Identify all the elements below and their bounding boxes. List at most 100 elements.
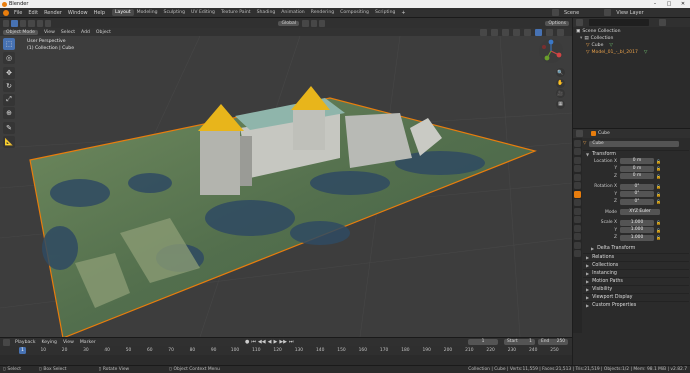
location-x-field[interactable]: 0 m: [620, 158, 654, 165]
annotate-tool-icon[interactable]: ✎: [3, 122, 15, 134]
tab-rendering[interactable]: Rendering: [308, 9, 337, 16]
outliner-item-collection[interactable]: ▾ ▤ Collection: [576, 35, 688, 42]
next-key-icon[interactable]: ▶▶: [279, 339, 287, 345]
timeline-ruler[interactable]: 1102030405060708090100110120130140150160…: [0, 346, 572, 355]
filter-icon[interactable]: [659, 19, 666, 26]
viewport-canvas[interactable]: [0, 18, 572, 337]
tab-shading[interactable]: Shading: [254, 9, 279, 16]
texture-tab-icon[interactable]: [574, 250, 581, 257]
rotation-mode-dropdown[interactable]: XYZ Euler: [620, 209, 660, 216]
properties-editor-icon[interactable]: [576, 130, 583, 137]
location-z-field[interactable]: 0 m: [620, 173, 654, 180]
location-y-field[interactable]: 0 m: [620, 165, 654, 172]
visibility-icon[interactable]: [480, 28, 487, 36]
timeline-editor-icon[interactable]: [3, 338, 10, 346]
jump-end-icon[interactable]: ⏭: [289, 339, 294, 345]
shading-rendered-icon[interactable]: [557, 28, 564, 36]
proportional-edit-icon[interactable]: [318, 19, 326, 27]
menu-edit[interactable]: Edit: [25, 10, 41, 16]
camera-view-icon[interactable]: 🎥: [556, 89, 565, 98]
select-intersect-icon[interactable]: [45, 19, 52, 27]
lock-icon[interactable]: 🔓: [656, 235, 661, 240]
custom-properties-panel[interactable]: ▶ Custom Properties: [583, 300, 689, 309]
rotation-y-field[interactable]: 0°: [620, 191, 654, 198]
editor-type-icon[interactable]: [3, 19, 10, 27]
lock-icon[interactable]: 🔓: [656, 199, 661, 204]
transform-tool-icon[interactable]: ⊕: [3, 107, 15, 119]
mode-dropdown[interactable]: Object Mode: [3, 29, 38, 35]
tab-modeling[interactable]: Modeling: [134, 9, 161, 16]
motion-paths-panel[interactable]: ▶ Motion Paths: [583, 276, 689, 285]
menu-window[interactable]: Window: [65, 10, 91, 16]
measure-tool-icon[interactable]: 📐: [3, 135, 15, 148]
tool-tab-icon[interactable]: [574, 139, 581, 147]
current-frame-field[interactable]: 1: [468, 339, 498, 345]
close-button[interactable]: ✕: [676, 0, 690, 8]
menu-playback[interactable]: Playback: [12, 340, 39, 345]
relations-panel[interactable]: ▶ Relations: [583, 252, 689, 261]
navigation-gizmo[interactable]: [538, 38, 564, 64]
zoom-icon[interactable]: 🔍: [556, 68, 565, 77]
tab-scripting[interactable]: Scripting: [372, 9, 398, 16]
rotation-x-field[interactable]: 0°: [620, 183, 654, 190]
scene-selector[interactable]: Scene: [561, 10, 582, 16]
delta-transform-panel[interactable]: ▶ Delta Transform: [583, 245, 689, 253]
cursor-tool-icon[interactable]: ◎: [3, 51, 15, 64]
maximize-button[interactable]: □: [662, 0, 676, 8]
snap-icon[interactable]: [310, 19, 317, 27]
view-layer-selector[interactable]: View Layer: [613, 10, 646, 16]
lock-icon[interactable]: 🔓: [656, 220, 661, 225]
lock-icon[interactable]: 🔓: [656, 184, 661, 189]
select-box-tool-icon[interactable]: ⬚: [3, 38, 15, 50]
physics-tab-icon[interactable]: [574, 216, 581, 223]
select-mode-icon[interactable]: [11, 19, 18, 27]
scale-x-field[interactable]: 1.000: [620, 219, 654, 226]
blender-menu-icon[interactable]: [3, 9, 9, 16]
overlay-icon[interactable]: [502, 28, 509, 36]
shading-wireframe-icon[interactable]: [524, 28, 531, 36]
select-invert-icon[interactable]: [36, 19, 44, 27]
expand-arrow-icon[interactable]: ▾: [580, 36, 582, 41]
lock-icon[interactable]: 🔓: [656, 174, 661, 179]
outliner-editor-icon[interactable]: [576, 19, 583, 26]
lock-icon[interactable]: 🔓: [656, 159, 661, 164]
move-tool-icon[interactable]: ✥: [3, 66, 15, 79]
select-subtract-icon[interactable]: [28, 19, 35, 27]
rotation-z-field[interactable]: 0°: [620, 198, 654, 205]
3d-viewport[interactable]: [0, 18, 572, 337]
modifier-tab-icon[interactable]: [574, 199, 581, 206]
scale-z-field[interactable]: 1.000: [620, 234, 654, 241]
scale-y-field[interactable]: 1.000: [620, 227, 654, 234]
scene-tab-icon[interactable]: [574, 173, 581, 181]
gizmo-icon[interactable]: [491, 28, 498, 36]
lock-icon[interactable]: 🔓: [656, 166, 661, 171]
particles-tab-icon[interactable]: [574, 207, 581, 215]
xray-icon[interactable]: [513, 28, 520, 36]
minimize-button[interactable]: –: [648, 0, 662, 8]
add-workspace-button[interactable]: +: [398, 10, 408, 16]
object-tab-icon[interactable]: [574, 190, 581, 198]
outliner-search-input[interactable]: [589, 19, 649, 26]
lock-icon[interactable]: 🔓: [656, 228, 661, 233]
start-frame-field[interactable]: Start 1: [504, 339, 535, 345]
transform-orientation-dropdown[interactable]: Global: [278, 20, 300, 26]
menu-keying[interactable]: Keying: [39, 340, 60, 345]
menu-add[interactable]: Add: [78, 30, 93, 35]
tab-animation[interactable]: Animation: [278, 9, 307, 16]
playhead[interactable]: 1: [19, 347, 26, 354]
pivot-icon[interactable]: [302, 19, 309, 27]
menu-file[interactable]: File: [11, 10, 25, 16]
collections-panel[interactable]: ▶ Collections: [583, 260, 689, 269]
world-tab-icon[interactable]: [574, 182, 581, 189]
outliner-item-model[interactable]: ▽ Model_01_-_bl_2017 ▽: [576, 49, 688, 56]
tab-compositing[interactable]: Compositing: [337, 9, 372, 16]
menu-render[interactable]: Render: [41, 10, 65, 16]
lock-icon[interactable]: 🔓: [656, 192, 661, 197]
visibility-panel[interactable]: ▶ Visibility: [583, 284, 689, 293]
record-button[interactable]: ●: [245, 339, 249, 345]
menu-view[interactable]: View: [41, 30, 58, 35]
data-tab-icon[interactable]: [574, 233, 581, 240]
menu-help[interactable]: Help: [91, 10, 108, 16]
tab-texture-paint[interactable]: Texture Paint: [218, 9, 254, 16]
view-layer-tab-icon[interactable]: [574, 165, 581, 172]
